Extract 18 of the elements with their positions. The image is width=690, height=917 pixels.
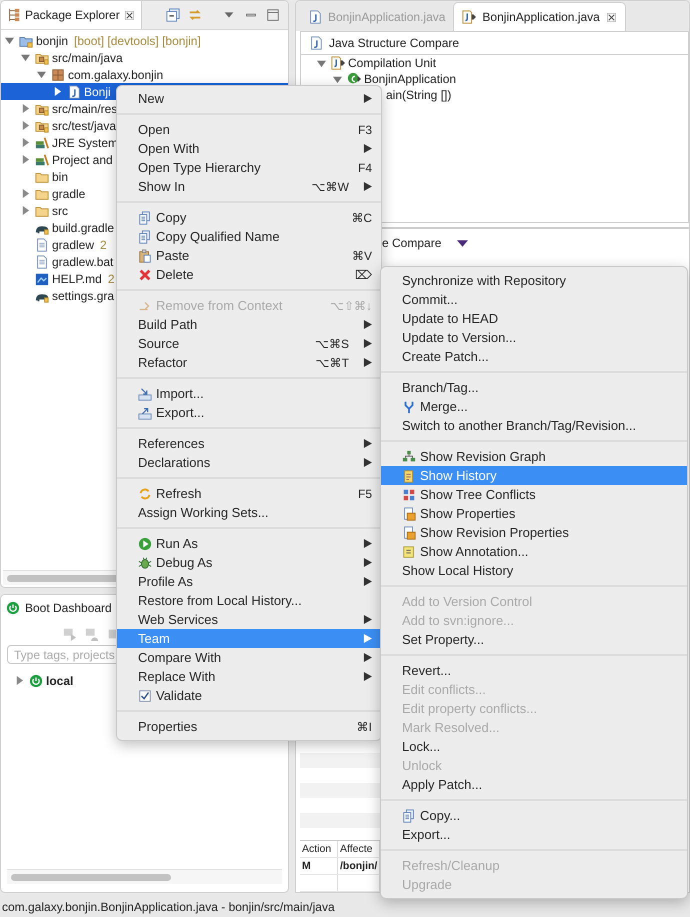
- shortcut-label: F4: [358, 160, 372, 174]
- decoration-label: [boot] [devtools] [bonjin]: [74, 34, 201, 48]
- shortcut-label: ⌘I: [356, 720, 372, 734]
- shortcut-label: ⌥⇧⌘↓: [330, 298, 372, 312]
- compare-title: Java Structure Compare: [329, 36, 460, 50]
- shortcut-label: ⌥⌘S: [314, 336, 349, 350]
- table-cell: M: [300, 858, 338, 874]
- decoration-label: 2: [100, 238, 107, 252]
- pane-title: e Compare: [382, 236, 442, 250]
- shortcut-label: ⌘C: [351, 210, 372, 224]
- decoration-label: 2: [108, 272, 114, 286]
- shortcut-label: F5: [358, 486, 372, 500]
- shortcut-label: ⌘V: [352, 248, 372, 262]
- shortcut-label: ⌦: [355, 268, 372, 282]
- shortcut-label: ⌥⌘W: [312, 180, 349, 194]
- view-title: Boot Dashboard: [25, 601, 112, 615]
- shortcut-label: F3: [358, 122, 372, 136]
- shortcut-label: ⌥⌘T: [316, 356, 349, 370]
